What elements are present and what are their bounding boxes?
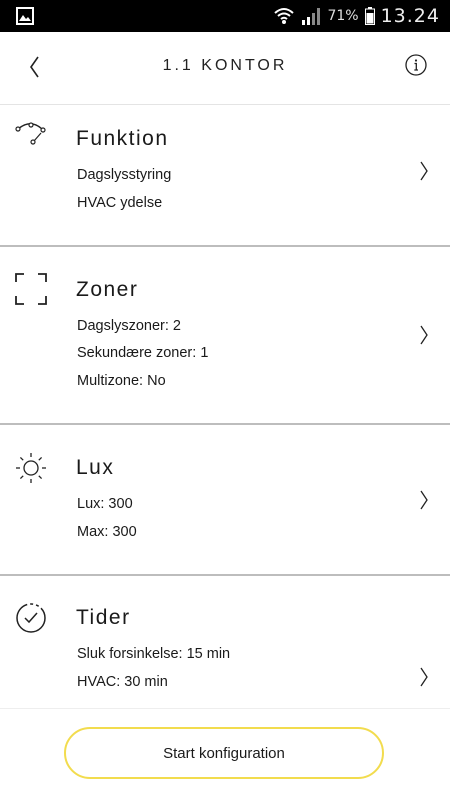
sun-icon bbox=[16, 453, 46, 483]
section-tider[interactable]: Tider Sluk forsinkelse: 15 min HVAC: 30 … bbox=[0, 576, 450, 708]
section-line: HVAC ydelse bbox=[77, 195, 163, 211]
section-zoner[interactable]: Zoner Dagslyszoner: 2 Sekundære zoner: 1… bbox=[0, 247, 450, 425]
chevron-right-icon bbox=[420, 325, 428, 345]
section-funktion[interactable]: Funktion Dagslysstyring HVAC ydelse bbox=[0, 105, 450, 247]
section-line: Dagslyszoner: 2 bbox=[77, 318, 181, 334]
section-line: Max: 300 bbox=[77, 524, 137, 540]
signal-icon bbox=[302, 8, 321, 25]
section-lux[interactable]: Lux Lux: 300 Max: 300 bbox=[0, 425, 450, 576]
status-bar: 71% 13.24 bbox=[0, 0, 450, 32]
clock: 13.24 bbox=[380, 5, 440, 27]
clock-check-icon bbox=[16, 603, 46, 633]
info-icon[interactable] bbox=[404, 53, 428, 77]
chevron-right-icon bbox=[420, 490, 428, 510]
battery-icon bbox=[364, 7, 375, 25]
section-line: Dagslysstyring bbox=[77, 167, 172, 183]
chevron-right-icon bbox=[420, 667, 428, 687]
gallery-icon bbox=[16, 7, 34, 25]
chevron-right-icon bbox=[420, 161, 428, 181]
page-title: 1.1 KONTOR bbox=[162, 57, 288, 74]
section-line: Lux: 300 bbox=[77, 496, 133, 512]
section-line: Sekundære zoner: 1 bbox=[77, 345, 209, 361]
zone-frame-icon bbox=[15, 273, 47, 305]
section-title: Tider bbox=[76, 606, 131, 629]
battery-percent: 71% bbox=[327, 8, 359, 24]
section-line: Sluk forsinkelse: 15 min bbox=[77, 646, 231, 662]
section-title: Funktion bbox=[76, 127, 169, 150]
curve-nodes-icon bbox=[15, 122, 46, 145]
section-line: Multizone: No bbox=[77, 373, 166, 389]
wifi-icon bbox=[274, 8, 295, 24]
start-configuration-button[interactable]: Start konfiguration bbox=[64, 727, 384, 779]
section-title: Lux bbox=[76, 456, 115, 479]
app-header: 1.1 KONTOR bbox=[0, 32, 450, 105]
section-title: Zoner bbox=[76, 278, 139, 301]
section-line: HVAC: 30 min bbox=[77, 674, 168, 690]
